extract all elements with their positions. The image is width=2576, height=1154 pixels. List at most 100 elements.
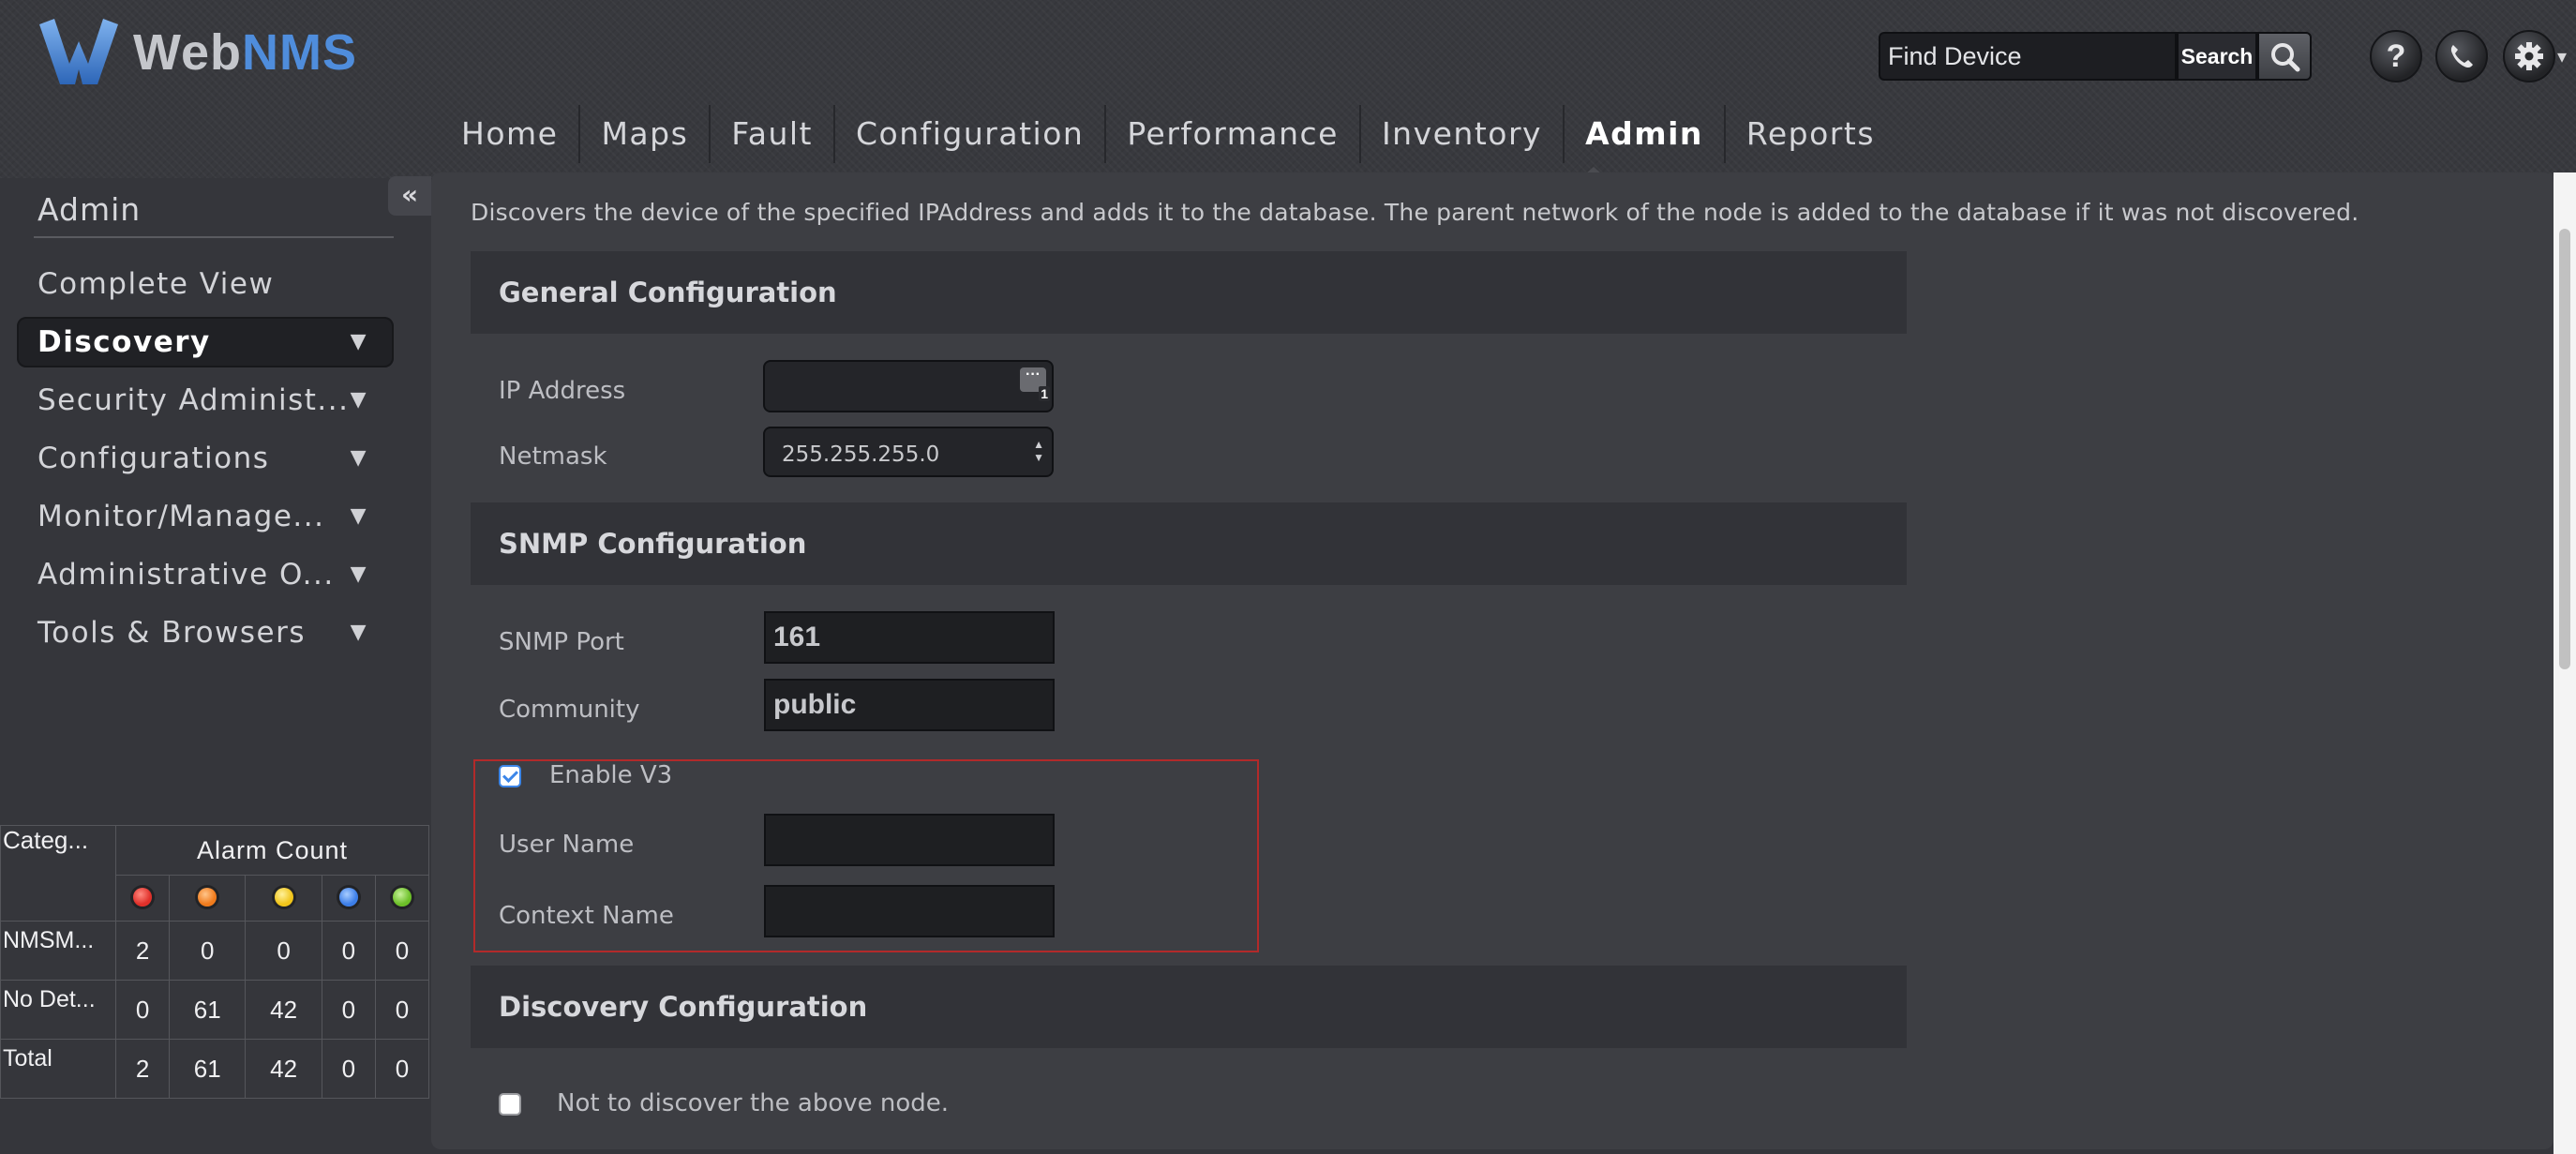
alarm-count-cell[interactable]: 0 (374, 1039, 430, 1099)
nav-tab-configuration[interactable]: Configuration (835, 105, 1107, 163)
nav-tab-fault[interactable]: Fault (711, 105, 835, 163)
alarm-count-cell[interactable]: 2 (114, 1039, 171, 1099)
help-button[interactable]: ? (2370, 30, 2422, 82)
netmask-label: Netmask (499, 442, 607, 471)
sidebar-item-label: Configurations (37, 442, 270, 475)
nav-tab-inventory[interactable]: Inventory (1361, 105, 1565, 163)
enable-v3-label[interactable]: Enable V3 (549, 761, 672, 789)
sidebar-item-monitor-manage[interactable]: Monitor/Manage... ▼ (17, 491, 394, 542)
webnms-logo-icon (39, 19, 118, 84)
chevron-down-icon: ▼ (350, 504, 367, 528)
contact-button[interactable] (2435, 30, 2488, 82)
settings-button[interactable] (2503, 30, 2555, 82)
select-arrows-icon: ▲ ▼ (1033, 438, 1044, 464)
sidebar-title-divider (34, 236, 394, 238)
search-button[interactable]: Search (2177, 32, 2257, 81)
chevron-down-icon: ▼ (350, 330, 367, 353)
alarm-count-header: Alarm Count (115, 825, 429, 876)
severity-dot (274, 887, 293, 907)
alarm-count-cell[interactable]: 61 (169, 980, 247, 1040)
user-name-input[interactable] (764, 814, 1055, 866)
severity-dot (338, 887, 358, 907)
alarm-count-cell[interactable]: 2 (114, 921, 171, 981)
severity-minor-icon (245, 875, 322, 922)
user-name-label: User Name (499, 831, 635, 859)
sidebar-item-complete-view[interactable]: Complete View (17, 259, 394, 309)
nav-tab-performance[interactable]: Performance (1106, 105, 1361, 163)
gear-icon (2515, 42, 2543, 70)
logo-text-web: Web (133, 24, 243, 81)
main-scrollbar[interactable] (2554, 172, 2576, 1154)
snmp-port-input[interactable]: 161 (764, 611, 1055, 664)
sidebar-title: Admin (37, 191, 142, 228)
row-label[interactable]: NMSM... (0, 921, 116, 981)
alarm-count-cell[interactable]: 61 (169, 1039, 247, 1099)
scrollbar-thumb[interactable] (2559, 229, 2570, 669)
sidebar-item-discovery[interactable]: Discovery ▼ (17, 317, 394, 367)
severity-warning-icon (321, 875, 376, 922)
severity-dot (392, 887, 412, 907)
general-configuration-header: General Configuration (471, 251, 1907, 334)
sidebar-item-label: Security Administ... (37, 383, 350, 417)
severity-dot (198, 887, 217, 907)
severity-major-icon (169, 875, 247, 922)
alarm-count-cell[interactable]: 0 (374, 921, 430, 981)
chevron-down-icon: ▼ (350, 562, 367, 586)
nav-tab-maps[interactable]: Maps (580, 105, 711, 163)
context-name-input[interactable] (764, 885, 1055, 937)
table-row: Total 2 61 42 0 0 (0, 1039, 430, 1099)
row-label: Total (0, 1039, 116, 1099)
no-discover-label[interactable]: Not to discover the above node. (557, 1089, 949, 1117)
webnms-logo[interactable]: WebNMS (36, 17, 357, 88)
find-device-input[interactable]: Find Device (1879, 32, 2177, 81)
table-row: No Det... 0 61 42 0 0 (0, 980, 430, 1040)
sidebar-item-label: Administrative O... (37, 558, 335, 592)
chevron-down-icon: ▼ (350, 446, 367, 470)
sidebar-item-administrative-operations[interactable]: Administrative O... ▼ (17, 549, 394, 600)
enable-v3-checkbox[interactable] (499, 765, 521, 787)
netmask-select[interactable]: 255.255.255.0 ▲ ▼ (763, 427, 1054, 477)
community-input[interactable]: public (764, 679, 1055, 731)
snmp-port-label: SNMP Port (499, 628, 624, 656)
sidebar-item-security-administration[interactable]: Security Administ... ▼ (17, 375, 394, 426)
logo-text-nms: NMS (242, 24, 358, 81)
alarm-count-cell[interactable]: 0 (169, 921, 247, 981)
row-label[interactable]: No Det... (0, 980, 116, 1040)
sidebar-item-label: Monitor/Manage... (37, 500, 325, 533)
sidebar-item-label: Complete View (37, 267, 275, 301)
category-column-header[interactable]: Categ... (0, 825, 116, 922)
alarm-count-cell[interactable]: 0 (245, 921, 322, 981)
nav-tab-admin[interactable]: Admin (1565, 105, 1726, 163)
severity-dot (133, 887, 153, 907)
settings-chevron-down-icon[interactable]: ▾ (2557, 45, 2567, 67)
alarm-count-cell[interactable]: 0 (321, 980, 376, 1040)
community-label: Community (499, 696, 640, 724)
alarm-count-cell[interactable]: 0 (114, 980, 171, 1040)
nav-tab-reports[interactable]: Reports (1726, 105, 1895, 163)
alarm-count-cell[interactable]: 0 (321, 1039, 376, 1099)
app-header: WebNMS Find Device Search ? ▾ Home Maps … (0, 0, 2576, 180)
context-name-label: Context Name (499, 902, 674, 930)
sidebar-item-label: Discovery (37, 325, 211, 359)
no-discover-checkbox[interactable] (499, 1093, 521, 1116)
chevron-down-icon: ▼ (350, 388, 367, 412)
severity-critical-icon (114, 875, 171, 922)
alarm-count-cell[interactable]: 42 (245, 980, 322, 1040)
alarm-count-cell[interactable]: 42 (245, 1039, 322, 1099)
ip-address-label: IP Address (499, 377, 626, 405)
netmask-value: 255.255.255.0 (782, 442, 940, 467)
nav-tab-home[interactable]: Home (441, 105, 581, 163)
sidebar-collapse-button[interactable]: « (388, 176, 431, 216)
alarm-count-cell[interactable]: 0 (374, 980, 430, 1040)
search-options-button[interactable] (2257, 32, 2312, 81)
sidebar-item-configurations[interactable]: Configurations ▼ (17, 433, 394, 484)
severity-clear-icon (374, 875, 430, 922)
ip-list-icon[interactable]: ··· 1 (1020, 367, 1050, 401)
ip-list-badge: 1 (1039, 386, 1050, 401)
alarm-count-cell[interactable]: 0 (321, 921, 376, 981)
search-mouse-icon (2271, 43, 2300, 72)
alarm-count-table: Categ... Alarm Count NMSM... 2 0 0 0 0 N… (0, 825, 430, 1099)
page-description: Discovers the device of the specified IP… (471, 199, 2359, 226)
sidebar-item-tools-browsers[interactable]: Tools & Browsers ▼ (17, 607, 394, 658)
ip-address-input[interactable]: ··· 1 (763, 360, 1054, 412)
